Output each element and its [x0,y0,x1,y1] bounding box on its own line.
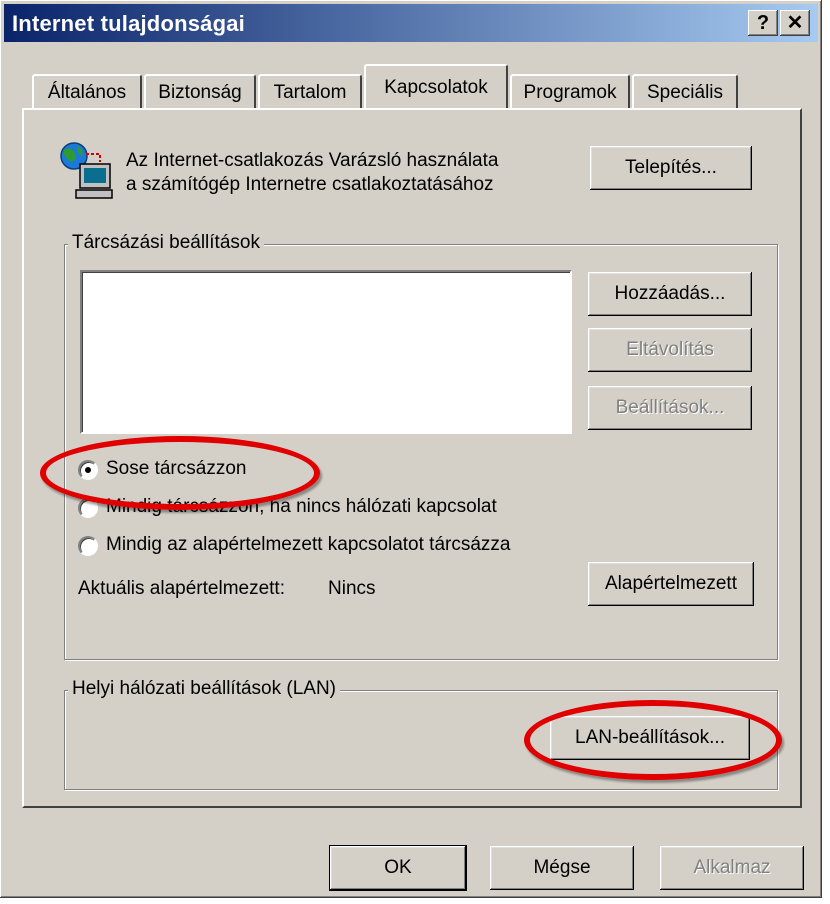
settings-button: Beállítások... [588,386,752,430]
tab-advanced[interactable]: Speciális [632,74,738,108]
radio-always-dial-default[interactable] [78,536,98,556]
connections-listbox[interactable] [80,270,572,434]
set-default-button[interactable]: Alapértelmezett [588,562,754,606]
dialup-settings-legend: Tárcsázási beállítások [68,232,264,254]
tab-content[interactable]: Tartalom [258,74,362,108]
apply-button: Alkalmaz [660,846,804,890]
title-bar[interactable]: Internet tulajdonságai ? ✕ [4,4,818,42]
network-computer-icon [58,140,114,200]
radio-never-dial-label[interactable]: Sose tárcsázzon [106,458,246,480]
setup-text-line2: a számítógép Internetre csatlakoztatásáh… [126,174,494,195]
help-button[interactable]: ? [748,10,778,36]
current-default-label: Aktuális alapértelmezett: [78,578,285,599]
ok-button[interactable]: OK [330,846,466,890]
radio-dial-when-no-network[interactable] [78,498,98,518]
add-button[interactable]: Hozzáadás... [588,272,752,316]
tab-general[interactable]: Általános [32,74,142,108]
internet-properties-dialog: Internet tulajdonságai ? ✕ Általános Biz… [0,0,822,898]
current-default-value: Nincs [328,578,376,599]
radio-never-dial[interactable] [78,460,98,480]
remove-button: Eltávolítás [588,328,752,372]
tab-security[interactable]: Biztonság [144,74,256,108]
lan-settings-legend: Helyi hálózati beállítások (LAN) [68,678,341,700]
window-title: Internet tulajdonságai [12,11,245,36]
close-button[interactable]: ✕ [780,10,810,36]
setup-text-line1: Az Internet-csatlakozás Varázsló használ… [126,150,499,171]
tab-programs[interactable]: Programok [510,74,630,108]
cancel-button[interactable]: Mégse [490,846,634,890]
tab-connections[interactable]: Kapcsolatok [364,64,508,108]
radio-dial-when-no-network-label[interactable]: Mindig tárcsázzon, ha nincs hálózati kap… [106,496,497,518]
setup-button[interactable]: Telepítés... [590,146,752,190]
lan-settings-button[interactable]: LAN-beállítások... [550,716,750,760]
connections-panel: Az Internet-csatlakozás Varázsló használ… [22,108,802,808]
radio-always-dial-default-label[interactable]: Mindig az alapértelmezett kapcsolatot tá… [106,534,510,556]
